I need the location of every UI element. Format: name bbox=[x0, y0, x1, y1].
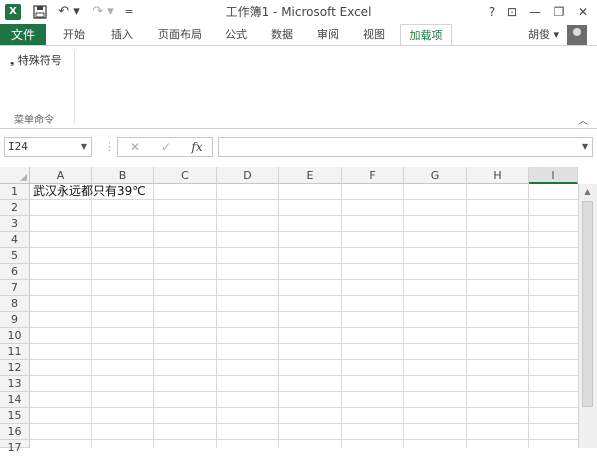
scroll-up-arrow-icon[interactable]: ▲ bbox=[578, 184, 597, 200]
column-header-h[interactable]: H bbox=[467, 167, 529, 184]
column-header-b[interactable]: B bbox=[92, 167, 154, 184]
row-header[interactable]: 5 bbox=[0, 248, 30, 264]
column-header-c[interactable]: C bbox=[154, 167, 217, 184]
ribbon bbox=[0, 45, 597, 129]
cancel-entry-button[interactable]: ✕ bbox=[124, 137, 146, 157]
ribbon-display-options-button[interactable]: ⊡ bbox=[502, 2, 522, 22]
tab-addins[interactable]: 加载项 bbox=[400, 24, 452, 46]
row-header[interactable]: 7 bbox=[0, 280, 30, 296]
gridline bbox=[466, 184, 467, 448]
gridline bbox=[30, 375, 578, 376]
row-header[interactable]: 17 bbox=[0, 440, 30, 454]
gridline bbox=[216, 184, 217, 448]
tab-insert[interactable]: 插入 bbox=[100, 24, 144, 46]
cell-a1[interactable]: 武汉永远都只有39℃ bbox=[33, 184, 146, 199]
gridline bbox=[30, 391, 578, 392]
gridline bbox=[30, 199, 578, 200]
gridline bbox=[403, 184, 404, 448]
select-all-button[interactable] bbox=[0, 167, 30, 184]
gridline bbox=[91, 184, 92, 448]
enter-entry-button[interactable]: ✓ bbox=[155, 137, 177, 157]
redo-button[interactable]: ↷ ▾ bbox=[90, 3, 116, 21]
gridline bbox=[30, 231, 578, 232]
gridline bbox=[153, 184, 154, 448]
tab-home[interactable]: 开始 bbox=[52, 24, 96, 46]
tab-formulas[interactable]: 公式 bbox=[216, 24, 256, 46]
collapse-ribbon-icon[interactable]: ︿ bbox=[578, 112, 588, 127]
gridline bbox=[30, 247, 578, 248]
row-header[interactable]: 1 bbox=[0, 184, 30, 200]
avatar[interactable] bbox=[567, 25, 587, 45]
close-button[interactable]: ✕ bbox=[573, 2, 593, 22]
column-header-g[interactable]: G bbox=[404, 167, 467, 184]
gridline bbox=[30, 279, 578, 280]
chevron-down-icon[interactable]: ▼ bbox=[78, 137, 90, 157]
gridline bbox=[30, 423, 578, 424]
gridline bbox=[341, 184, 342, 448]
column-header-i[interactable]: I bbox=[529, 167, 578, 184]
row-header[interactable]: 3 bbox=[0, 216, 30, 232]
gridline bbox=[30, 439, 578, 440]
row-header[interactable]: 14 bbox=[0, 392, 30, 408]
gridline bbox=[30, 407, 578, 408]
drag-handle-icon[interactable]: ⋮ bbox=[104, 137, 115, 157]
row-header[interactable]: 11 bbox=[0, 344, 30, 360]
excel-icon[interactable]: X bbox=[5, 4, 21, 20]
gridline bbox=[528, 184, 529, 448]
gridline bbox=[30, 295, 578, 296]
column-header-a[interactable]: A bbox=[30, 167, 92, 184]
gridline bbox=[30, 215, 578, 216]
ribbon-group-divider bbox=[74, 50, 75, 124]
tab-data[interactable]: 数据 bbox=[262, 24, 302, 46]
column-header-f[interactable]: F bbox=[342, 167, 404, 184]
row-header[interactable]: 12 bbox=[0, 360, 30, 376]
gridline bbox=[30, 311, 578, 312]
gridline bbox=[30, 343, 578, 344]
row-header[interactable]: 9 bbox=[0, 312, 30, 328]
undo-button[interactable]: ↶ ▾ bbox=[56, 3, 82, 21]
row-header[interactable]: 8 bbox=[0, 296, 30, 312]
column-header-d[interactable]: D bbox=[217, 167, 279, 184]
tab-page-layout[interactable]: 页面布局 bbox=[148, 24, 212, 46]
row-header[interactable]: 16 bbox=[0, 424, 30, 440]
user-account[interactable]: 胡俊 ▾ bbox=[528, 24, 559, 46]
row-header[interactable]: 10 bbox=[0, 328, 30, 344]
gridline bbox=[30, 359, 578, 360]
scrollbar-thumb[interactable] bbox=[582, 201, 593, 407]
special-symbols-command[interactable]: ❟ 特殊符号 bbox=[10, 52, 62, 68]
gridline bbox=[30, 327, 578, 328]
worksheet-grid[interactable] bbox=[0, 167, 597, 448]
expand-formula-bar-icon[interactable]: ▼ bbox=[582, 137, 592, 157]
column-header-e[interactable]: E bbox=[279, 167, 342, 184]
restore-button[interactable]: ❐ bbox=[549, 2, 569, 22]
save-icon[interactable] bbox=[30, 3, 50, 21]
gridline bbox=[30, 263, 578, 264]
tab-file[interactable]: 文件 bbox=[0, 24, 46, 46]
help-button[interactable]: ? bbox=[482, 2, 502, 22]
gridline bbox=[278, 184, 279, 448]
row-header[interactable]: 13 bbox=[0, 376, 30, 392]
customize-toolbar-button[interactable]: = bbox=[122, 3, 136, 21]
insert-function-button[interactable]: fx bbox=[186, 137, 208, 157]
tab-view[interactable]: 视图 bbox=[354, 24, 394, 46]
tab-review[interactable]: 审阅 bbox=[308, 24, 348, 46]
ribbon-group-label: 菜单命令 bbox=[14, 115, 54, 126]
minimize-button[interactable]: — bbox=[525, 2, 545, 22]
row-header[interactable]: 15 bbox=[0, 408, 30, 424]
row-header[interactable]: 4 bbox=[0, 232, 30, 248]
formula-input[interactable] bbox=[218, 137, 593, 157]
row-header[interactable]: 6 bbox=[0, 264, 30, 280]
row-header[interactable]: 2 bbox=[0, 200, 30, 216]
